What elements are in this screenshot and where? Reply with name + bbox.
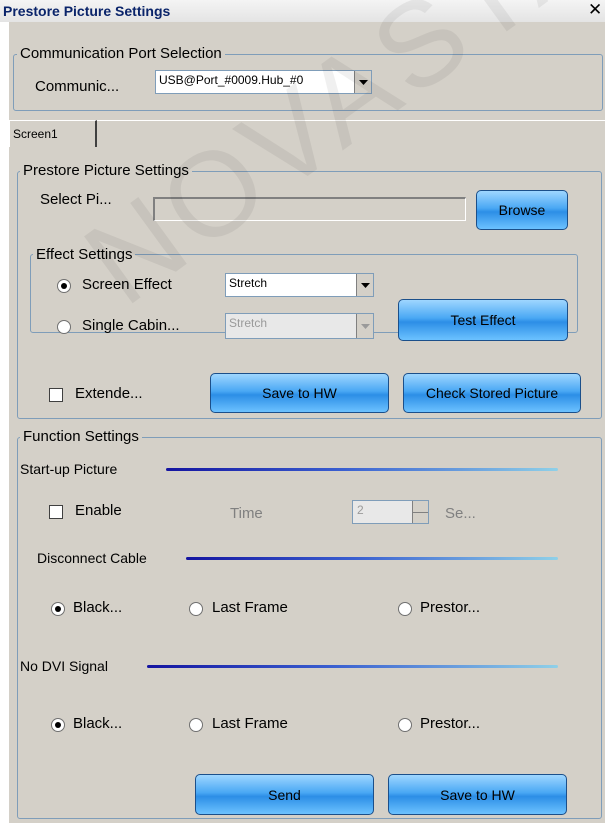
- save-hw-button-prestore[interactable]: Save to HW: [210, 373, 389, 413]
- screen-effect-value: Stretch: [229, 276, 268, 290]
- save-hw-button-function[interactable]: Save to HW: [388, 774, 567, 815]
- comm-port-select[interactable]: USB@Port_#0009.Hub_#0: [155, 70, 372, 94]
- startup-divider: [166, 468, 558, 471]
- no-dvi-black-radio[interactable]: [51, 718, 65, 732]
- disconnect-black-radio[interactable]: [51, 602, 65, 616]
- no-dvi-black-label: Black...: [73, 715, 123, 732]
- function-group-label: Function Settings: [20, 428, 142, 445]
- tab-strip: [9, 120, 605, 147]
- test-effect-button[interactable]: Test Effect: [398, 299, 568, 341]
- picture-path-input[interactable]: [153, 197, 466, 221]
- chevron-down-icon[interactable]: [356, 274, 373, 296]
- time-unit-label: Se...: [445, 505, 476, 522]
- no-dvi-last-frame-radio[interactable]: [189, 718, 203, 732]
- effect-group-label: Effect Settings: [33, 246, 136, 263]
- disconnect-black-label: Black...: [73, 599, 123, 616]
- screen-effect-select[interactable]: Stretch: [225, 273, 374, 297]
- enable-label: Enable: [75, 502, 122, 519]
- no-dvi-divider: [147, 665, 558, 668]
- disconnect-prestored-label: Prestor...: [420, 599, 481, 616]
- disconnect-cable-label: Disconnect Cable: [37, 550, 147, 566]
- comm-port-value: USB@Port_#0009.Hub_#0: [159, 73, 304, 87]
- stepper-down-icon[interactable]: [412, 512, 428, 523]
- single-cabinet-label: Single Cabin...: [82, 317, 180, 334]
- time-stepper[interactable]: 2: [352, 500, 429, 524]
- disconnect-last-frame-radio[interactable]: [189, 602, 203, 616]
- stepper-up-icon[interactable]: [412, 501, 428, 512]
- disconnect-last-frame-label: Last Frame: [212, 599, 288, 616]
- disconnect-prestored-radio[interactable]: [398, 602, 412, 616]
- chevron-down-icon[interactable]: [354, 71, 371, 93]
- browse-button[interactable]: Browse: [476, 190, 568, 230]
- enable-checkbox[interactable]: [49, 505, 63, 519]
- time-value: 2: [357, 503, 364, 517]
- screen-effect-label: Screen Effect: [82, 276, 172, 293]
- close-icon[interactable]: ✕: [588, 0, 602, 20]
- no-dvi-prestored-radio[interactable]: [398, 718, 412, 732]
- select-picture-label: Select Pi...: [40, 191, 112, 208]
- no-dvi-last-frame-label: Last Frame: [212, 715, 288, 732]
- single-cabinet-select[interactable]: Stretch: [225, 313, 374, 339]
- disconnect-divider: [186, 557, 558, 560]
- prestore-group-label: Prestore Picture Settings: [20, 162, 192, 179]
- screen-effect-radio[interactable]: [57, 279, 71, 293]
- check-stored-picture-button[interactable]: Check Stored Picture: [403, 373, 581, 413]
- extended-label: Extende...: [75, 385, 143, 402]
- send-button[interactable]: Send: [195, 774, 374, 815]
- window-title: Prestore Picture Settings: [3, 3, 171, 19]
- time-label: Time: [230, 505, 263, 522]
- startup-picture-label: Start-up Picture: [20, 461, 118, 477]
- no-dvi-prestored-label: Prestor...: [420, 715, 481, 732]
- single-cabinet-value: Stretch: [229, 316, 268, 330]
- comm-port-label: Communic...: [35, 78, 120, 95]
- chevron-down-icon[interactable]: [356, 314, 373, 338]
- no-dvi-label: No DVI Signal: [20, 658, 108, 674]
- tab-screen1[interactable]: Screen1: [9, 120, 97, 147]
- function-group: [17, 437, 602, 819]
- extended-checkbox[interactable]: [49, 388, 63, 402]
- tab-screen1-label: Screen1: [13, 127, 58, 141]
- single-cabinet-radio[interactable]: [57, 320, 71, 334]
- comm-port-group-label: Communication Port Selection: [17, 45, 225, 62]
